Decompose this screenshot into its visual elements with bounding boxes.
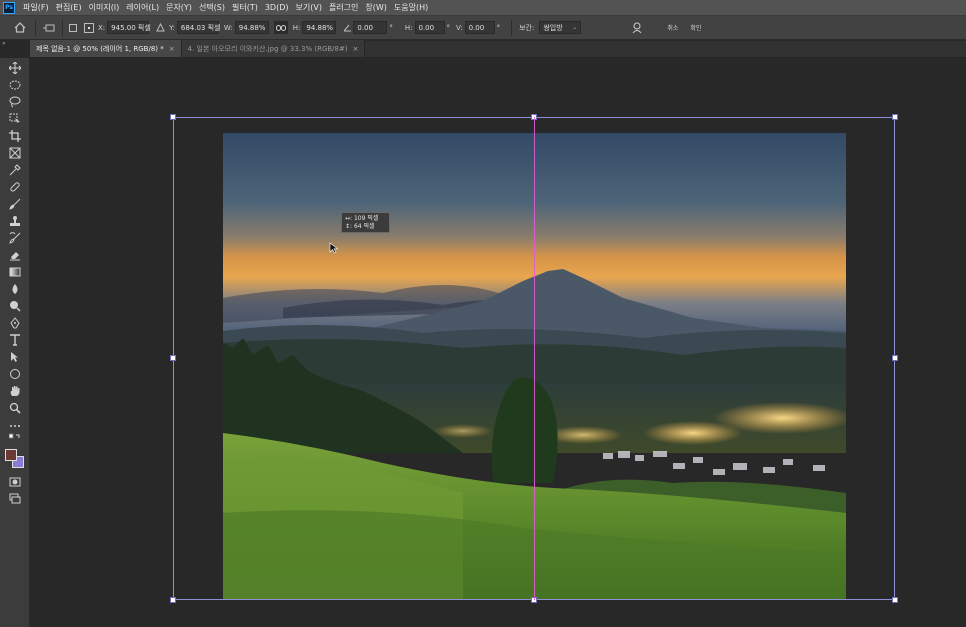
tools-panel	[0, 58, 30, 627]
warp-mode-icon[interactable]	[629, 22, 645, 34]
vertical-skew-label: V:	[456, 23, 463, 32]
photoshop-logo: Ps	[3, 1, 15, 14]
screen-mode-icon[interactable]	[7, 491, 23, 506]
width-field[interactable]: 94.88%	[234, 21, 269, 34]
menu-select[interactable]: 선택(S)	[199, 2, 225, 13]
quick-mask-icon[interactable]	[7, 474, 23, 489]
y-position-field[interactable]: 684.03 픽셀	[176, 21, 220, 34]
vertical-skew-field[interactable]: 0.00	[464, 21, 495, 34]
vertical-skew-unit: °	[496, 23, 501, 32]
menu-3d[interactable]: 3D(D)	[265, 3, 289, 12]
crop-tool-icon[interactable]	[7, 128, 23, 143]
angle-icon	[341, 24, 353, 32]
rotation-angle-field[interactable]: 0.00	[353, 21, 388, 34]
menu-layer[interactable]: 레이어(L)	[126, 2, 159, 13]
transform-mode-icon[interactable]	[41, 23, 57, 33]
link-aspect-icon[interactable]	[273, 21, 288, 34]
transform-handle-bottom-left[interactable]	[170, 597, 176, 603]
tab-label: 제목 없음-1 @ 50% (레이어 1, RGB/8) *	[36, 44, 164, 53]
height-field[interactable]: 94.88%	[302, 21, 337, 34]
y-label: Y:	[169, 23, 175, 32]
commit-transform-button[interactable]: 확인	[690, 23, 701, 32]
shape-tool-icon[interactable]	[7, 366, 23, 381]
menu-plugins[interactable]: 플러그인	[329, 2, 358, 13]
eyedropper-tool-icon[interactable]	[7, 162, 23, 177]
width-label: W:	[223, 23, 233, 32]
transform-handle-middle-right[interactable]	[892, 355, 898, 361]
menu-view[interactable]: 보기(V)	[296, 2, 322, 13]
color-swatches	[5, 449, 25, 469]
path-selection-tool-icon[interactable]	[7, 349, 23, 364]
dodge-tool-icon[interactable]	[7, 298, 23, 313]
brush-tool-icon[interactable]	[7, 196, 23, 211]
transform-distance-readout: ↔: 109 픽셀 ↕: 64 픽셀	[341, 212, 390, 233]
panel-collapse-icon[interactable]: »	[0, 41, 30, 47]
transform-handle-top-left[interactable]	[170, 114, 176, 120]
object-selection-tool-icon[interactable]	[7, 111, 23, 126]
reference-point-icon[interactable]	[82, 22, 96, 33]
interpolation-label: 보간:	[519, 23, 535, 32]
menu-bar: Ps 파일(F) 편집(E) 이미지(I) 레이어(L) 문자(Y) 선택(S)…	[0, 0, 966, 16]
menu-help[interactable]: 도움말(H)	[394, 2, 428, 13]
tab-iwaki-jpg[interactable]: 4. 일본 아오모리 이와키산.jpg @ 33.3% (RGB/8#) ×	[181, 40, 366, 57]
chevron-down-icon: ⌄	[572, 24, 578, 31]
type-tool-icon[interactable]	[7, 332, 23, 347]
swap-colors-icon[interactable]	[7, 433, 23, 444]
mouse-cursor-icon	[329, 242, 339, 254]
readout-x: ↔: 109 픽셀	[345, 215, 379, 222]
transform-handle-bottom-right[interactable]	[892, 597, 898, 603]
interpolation-value: 쌍입방	[543, 23, 563, 32]
document-canvas[interactable]: ↔: 109 픽셀 ↕: 64 픽셀	[30, 59, 966, 627]
readout-y: ↕: 64 픽셀	[345, 223, 375, 230]
close-icon[interactable]: ×	[353, 45, 359, 53]
reference-point-checkbox[interactable]	[68, 23, 78, 32]
home-icon[interactable]	[10, 22, 30, 33]
menu-type[interactable]: 문자(Y)	[166, 2, 192, 13]
options-bar: X: 945.00 픽셀 Y: 684.03 픽셀 W: 94.88% H: 9…	[0, 16, 966, 40]
foreground-color-swatch[interactable]	[5, 449, 17, 461]
transform-handle-middle-left[interactable]	[170, 355, 176, 361]
marquee-tool-icon[interactable]	[7, 77, 23, 92]
cancel-transform-button[interactable]: 취소	[667, 23, 678, 32]
hand-tool-icon[interactable]	[7, 383, 23, 398]
separator	[62, 19, 63, 36]
height-label: H:	[292, 23, 301, 32]
history-brush-tool-icon[interactable]	[7, 230, 23, 245]
document-tab-bar: 제목 없음-1 @ 50% (레이어 1, RGB/8) * × 4. 일본 아…	[30, 40, 966, 58]
blur-tool-icon[interactable]	[7, 281, 23, 296]
interpolation-select[interactable]: 쌍입방 ⌄	[539, 21, 582, 34]
gradient-tool-icon[interactable]	[7, 264, 23, 279]
close-icon[interactable]: ×	[169, 45, 175, 53]
menu-file[interactable]: 파일(F)	[23, 2, 49, 13]
angle-unit: °	[389, 23, 393, 32]
tab-label: 4. 일본 아오모리 이와키산.jpg @ 33.3% (RGB/8#)	[187, 44, 348, 53]
menu-filter[interactable]: 필터(T)	[232, 2, 258, 13]
x-label: X:	[98, 23, 106, 32]
separator	[511, 19, 513, 36]
relative-position-icon[interactable]	[154, 23, 166, 32]
eraser-tool-icon[interactable]	[7, 247, 23, 262]
transform-handle-top-right[interactable]	[892, 114, 898, 120]
x-position-field[interactable]: 945.00 픽셀	[107, 21, 151, 34]
move-tool-icon[interactable]	[7, 60, 23, 75]
horizontal-skew-label: H:	[404, 23, 413, 32]
menu-image[interactable]: 이미지(I)	[89, 2, 120, 13]
clone-stamp-tool-icon[interactable]	[7, 213, 23, 228]
healing-brush-tool-icon[interactable]	[7, 179, 23, 194]
lasso-tool-icon[interactable]	[7, 94, 23, 109]
frame-tool-icon[interactable]	[7, 145, 23, 160]
smart-guide-vertical	[534, 117, 535, 600]
menu-edit[interactable]: 편집(E)	[56, 2, 82, 13]
horizontal-skew-unit: °	[446, 23, 451, 32]
menu-window[interactable]: 창(W)	[365, 2, 387, 13]
more-tools-icon[interactable]	[7, 418, 23, 433]
pen-tool-icon[interactable]	[7, 315, 23, 330]
tab-untitled-1[interactable]: 제목 없음-1 @ 50% (레이어 1, RGB/8) * ×	[30, 40, 182, 57]
horizontal-skew-field[interactable]: 0.00	[414, 21, 445, 34]
separator	[35, 19, 36, 36]
zoom-tool-icon[interactable]	[7, 400, 23, 415]
